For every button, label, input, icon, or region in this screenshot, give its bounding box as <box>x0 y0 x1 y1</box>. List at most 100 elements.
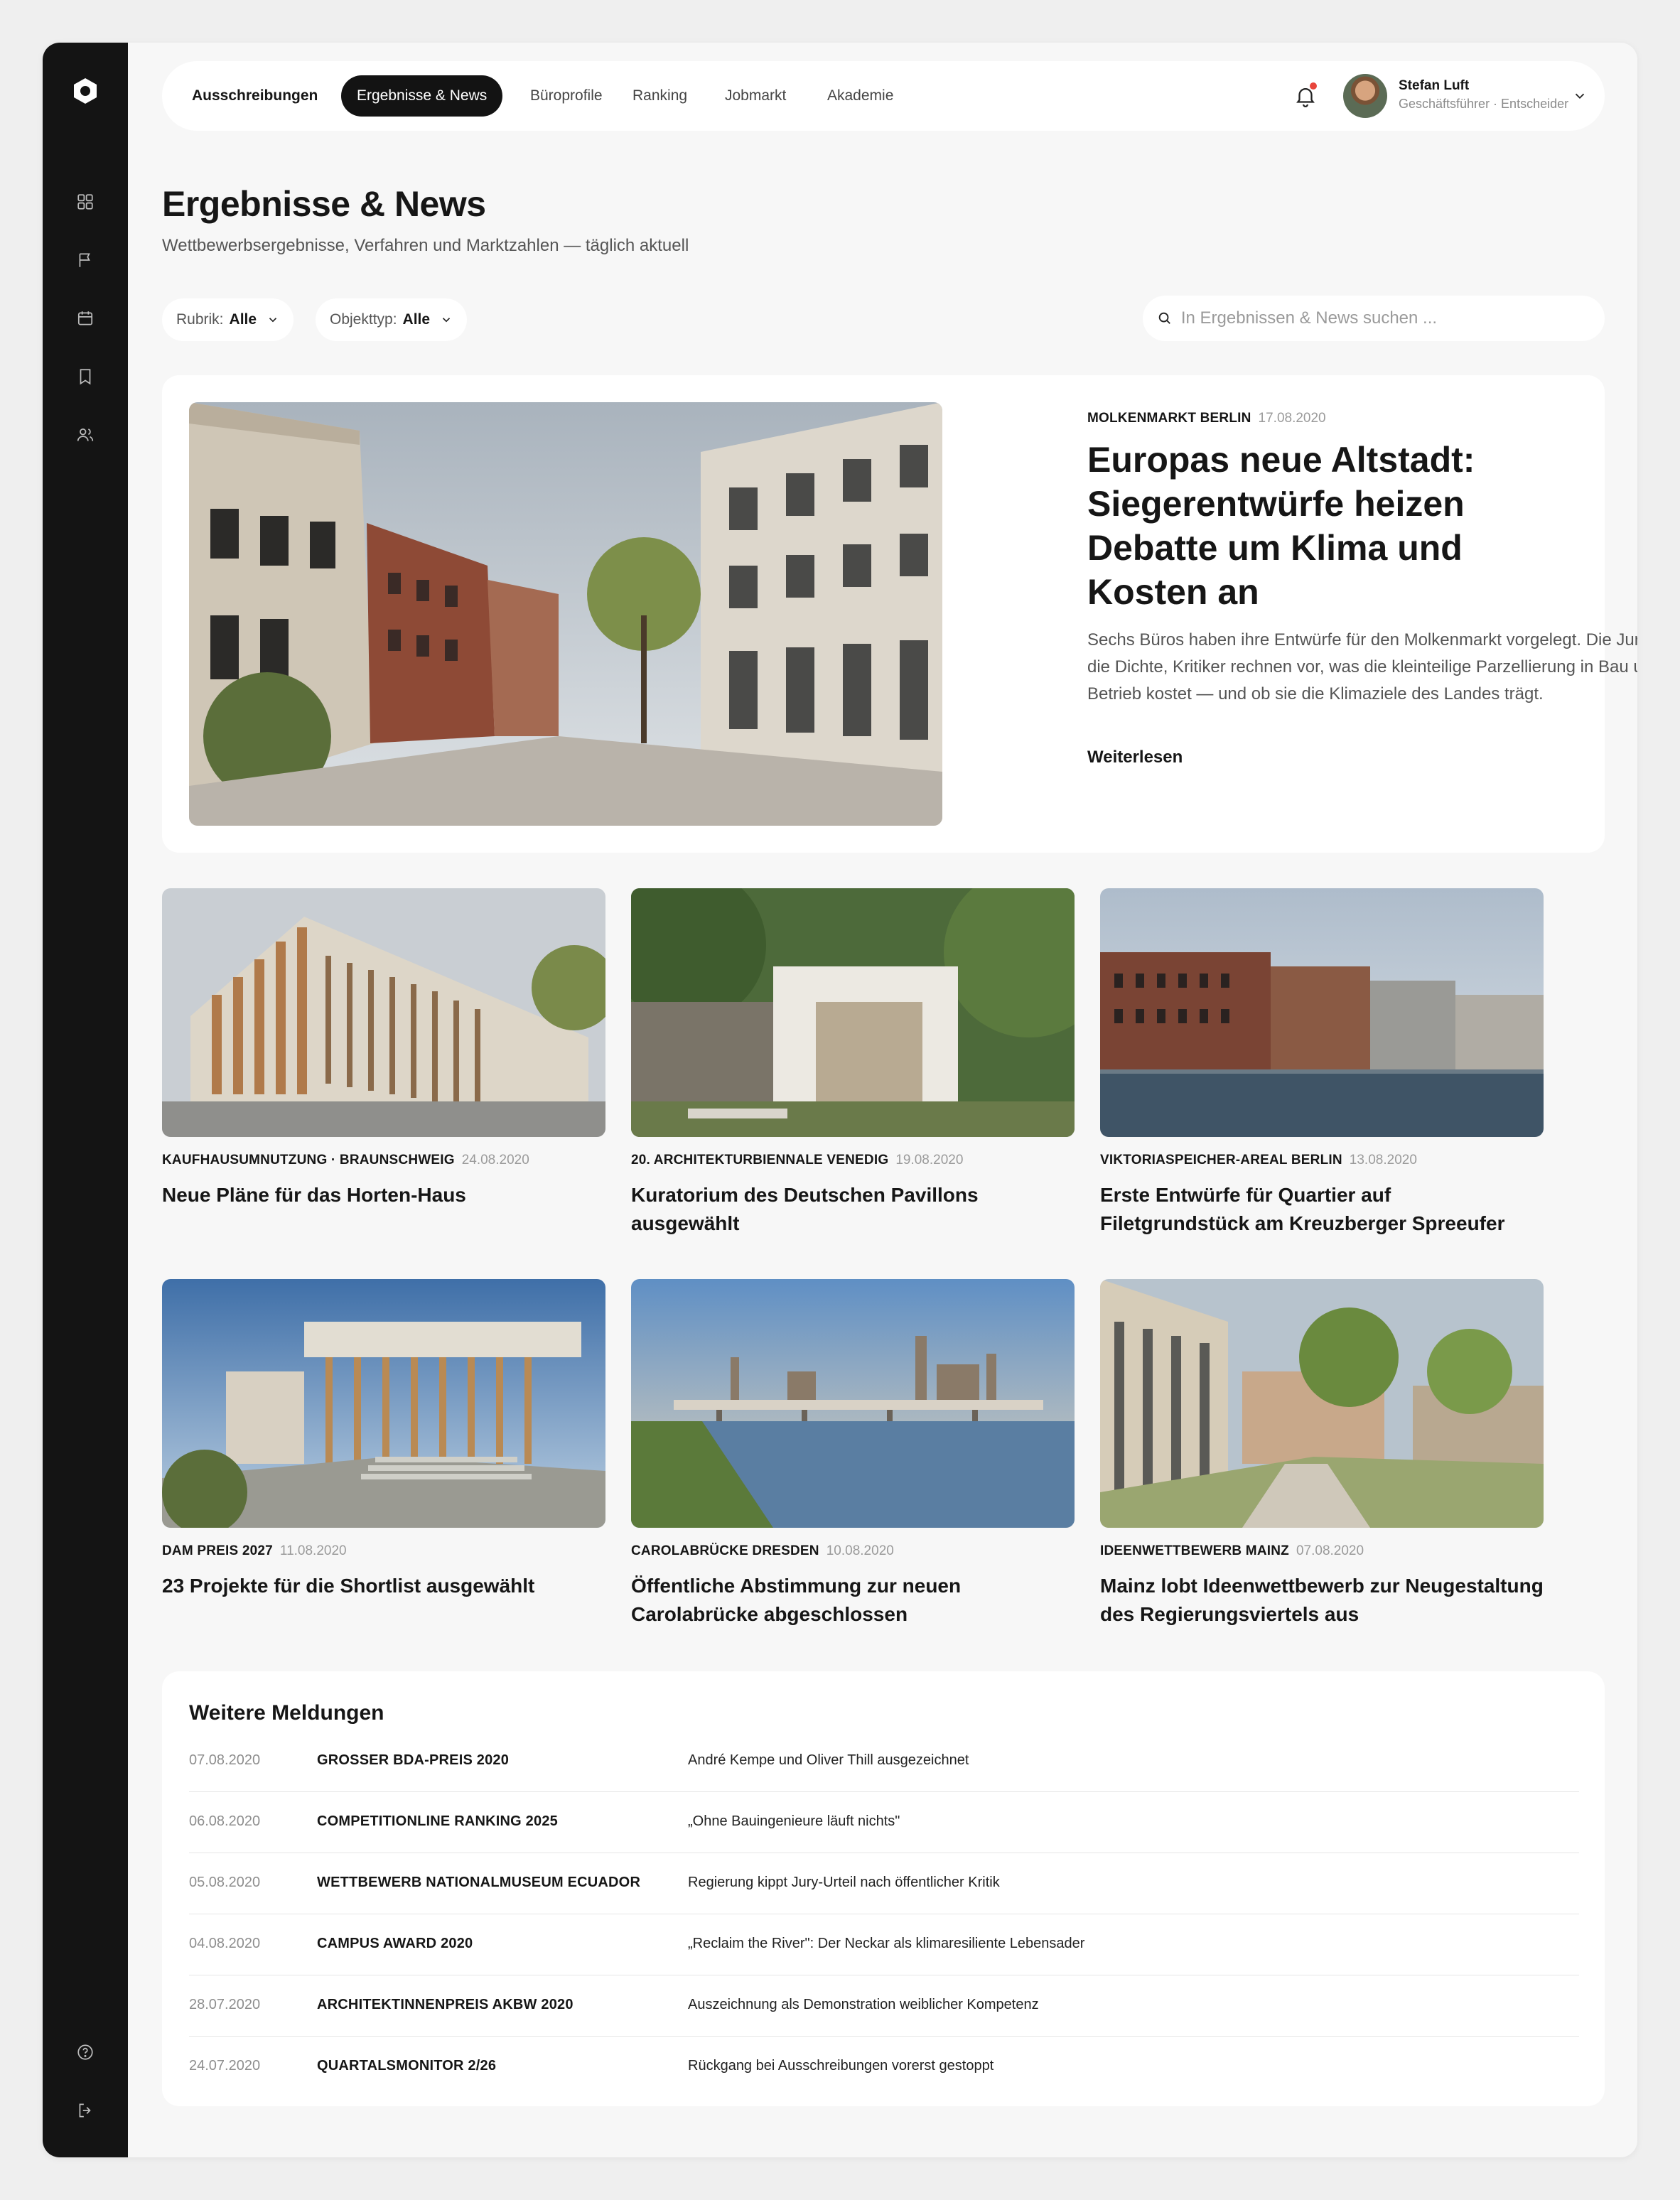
news-card-tag: IDEENWETTBEWERB MAINZ <box>1100 1543 1289 1558</box>
news-card-date: 07.08.2020 <box>1296 1543 1364 1558</box>
chevron-down-icon[interactable] <box>1572 88 1588 104</box>
featured-text: Sechs Büros haben ihre Entwürfe für den … <box>1087 630 1637 703</box>
more-news-title: Weitere Meldungen <box>189 1701 384 1725</box>
news-card-meta: 20. ARCHITEKTURBIENNALE VENEDIG 19.08.202… <box>631 1153 1075 1168</box>
news-row[interactable]: 04.08.2020 CAMPUS AWARD 2020 „Reclaim the … <box>189 1914 1579 1975</box>
news-card-image[interactable] <box>1100 888 1544 1137</box>
news-card-image[interactable] <box>1100 1279 1544 1528</box>
news-row[interactable]: 28.07.2020 ARCHITEKTINNENPREIS AKBW 2020 A… <box>189 1975 1579 2037</box>
news-card-image[interactable] <box>162 1279 605 1528</box>
more-news-panel: Weitere Meldungen 07.08.2020 GROSSER BDA-… <box>162 1671 1605 2106</box>
news-card[interactable]: IDEENWETTBEWERB MAINZ 07.08.2020 Mainz lo… <box>1100 1279 1544 1629</box>
news-row-date: 04.08.2020 <box>189 1936 261 1951</box>
news-card-tag: VIKTORIASPEICHER-AREAL BERLIN <box>1100 1153 1342 1168</box>
news-card-image[interactable] <box>631 1279 1075 1528</box>
news-card-date: 10.08.2020 <box>826 1543 894 1558</box>
featured-image[interactable] <box>189 402 942 826</box>
news-row-tag: COMPETITIONLINE RANKING 2025 <box>317 1813 558 1829</box>
news-card-tag: KAUFHAUSUMNUTZUNG · BRAUNSCHWEIG <box>162 1153 455 1168</box>
news-row-text[interactable]: André Kempe und Oliver Thill ausgezeichn… <box>688 1752 969 1769</box>
news-row-text[interactable]: „Reclaim the River": Der Neckar als klim… <box>688 1936 1084 1952</box>
read-more-link[interactable]: Weiterlesen <box>1087 748 1183 767</box>
filter-rubrik[interactable]: Rubrik: Alle <box>162 298 294 341</box>
nav-item-ausschreibungen[interactable]: Ausschreibungen <box>176 75 333 117</box>
news-row-text[interactable]: Regierung kippt Jury-Urteil nach öffentl… <box>688 1875 1000 1891</box>
news-card-meta: IDEENWETTBEWERB MAINZ 07.08.2020 <box>1100 1543 1544 1559</box>
news-card-meta: VIKTORIASPEICHER-AREAL BERLIN 13.08.2020 <box>1100 1153 1544 1168</box>
news-card[interactable]: DAM PREIS 2027 11.08.2020 23 Projekte für… <box>162 1279 605 1600</box>
notification-dot <box>1310 82 1317 90</box>
news-row-text[interactable]: „Ohne Bauingenieure läuft nichts" <box>688 1813 900 1830</box>
featured-date: 17.08.2020 <box>1258 411 1326 426</box>
news-card-image[interactable] <box>631 888 1075 1137</box>
news-row[interactable]: 05.08.2020 WETTBEWERB NATIONALMUSEUM ECUA… <box>189 1853 1579 1914</box>
news-card-date: 24.08.2020 <box>461 1153 529 1168</box>
news-card[interactable]: KAUFHAUSUMNUTZUNG · BRAUNSCHWEIG 24.08.20… <box>162 888 605 1209</box>
nav-item-ranking[interactable]: Ranking <box>617 75 703 117</box>
news-row-tag: QUARTALSMONITOR 2/26 <box>317 2058 497 2074</box>
news-row[interactable]: 24.07.2020 QUARTALSMONITOR 2/26 Rückgang b… <box>189 2037 1579 2098</box>
nav-item-akademie[interactable]: Akademie <box>812 75 909 117</box>
news-card[interactable]: VIKTORIASPEICHER-AREAL BERLIN 13.08.2020 … <box>1100 888 1544 1238</box>
news-card-tag: CAROLABRÜCKE DRESDEN <box>631 1543 819 1558</box>
news-card-title[interactable]: Mainz lobt Ideenwettbewerb zur Neugestal… <box>1100 1572 1544 1629</box>
avatar[interactable] <box>1343 74 1387 118</box>
news-card-title[interactable]: Öffentliche Abstimmung zur neuen Carolab… <box>631 1572 1075 1629</box>
news-card-date: 13.08.2020 <box>1349 1153 1417 1168</box>
news-card[interactable]: CAROLABRÜCKE DRESDEN 10.08.2020 Öffentlic… <box>631 1279 1075 1629</box>
news-row[interactable]: 07.08.2020 GROSSER BDA-PREIS 2020 André Ke… <box>189 1731 1579 1792</box>
search-input[interactable] <box>1180 308 1590 328</box>
app-window: Ausschreibungen Ergebnisse & News Büropr… <box>43 43 1637 2157</box>
dashboard-icon[interactable] <box>74 190 97 213</box>
news-card-title[interactable]: 23 Projekte für die Shortlist ausgewählt <box>162 1572 605 1600</box>
news-row-text[interactable]: Rückgang bei Ausschreibungen vorerst ges… <box>688 2058 994 2074</box>
bookmark-icon[interactable] <box>74 365 97 388</box>
filter-objekttyp[interactable]: Objekttyp: Alle <box>316 298 468 341</box>
news-card-title[interactable]: Kuratorium des Deutschen Pavillons ausge… <box>631 1181 1075 1238</box>
news-card[interactable]: 20. ARCHITEKTURBIENNALE VENEDIG 19.08.202… <box>631 888 1075 1238</box>
featured-article[interactable]: MOLKENMARKT BERLIN 17.08.2020 Europas neu… <box>162 375 1637 853</box>
news-card-meta: KAUFHAUSUMNUTZUNG · BRAUNSCHWEIG 24.08.20… <box>162 1153 605 1168</box>
news-row-tag: CAMPUS AWARD 2020 <box>317 1936 473 1951</box>
users-icon[interactable] <box>74 424 97 446</box>
chevron-down-icon <box>269 318 277 323</box>
news-card-image[interactable] <box>162 888 605 1137</box>
user-role: Geschäftsführer · Entscheider <box>1399 97 1569 111</box>
news-row-date: 28.07.2020 <box>189 1997 261 2012</box>
featured-title[interactable]: Europas neue Altstadt: Siegerentwürfe he… <box>1087 438 1585 614</box>
news-card-title[interactable]: Erste Entwürfe für Quartier auf Filetgru… <box>1100 1181 1544 1238</box>
filter-rubrik-label: Rubrik: <box>176 311 224 328</box>
search-icon <box>1158 312 1170 324</box>
news-row-tag: WETTBEWERB NATIONALMUSEUM ECUADOR <box>317 1875 641 1890</box>
nav-item-bueroprofile[interactable]: Büroprofile <box>515 75 618 117</box>
news-card-tag: DAM PREIS 2027 <box>162 1543 273 1558</box>
news-row-date: 24.07.2020 <box>189 2058 261 2074</box>
news-card-meta: DAM PREIS 2027 11.08.2020 <box>162 1543 605 1559</box>
news-card-title[interactable]: Neue Pläne für das Horten-Haus <box>162 1181 605 1209</box>
news-card-meta: CAROLABRÜCKE DRESDEN 10.08.2020 <box>631 1543 1075 1559</box>
news-row-date: 07.08.2020 <box>189 1752 261 1768</box>
calendar-icon[interactable] <box>74 307 97 330</box>
filter-objekttyp-label: Objekttyp: <box>330 311 397 328</box>
page-subtitle: Wettbewerbsergebnisse, Verfahren und Mar… <box>162 236 689 255</box>
news-row-text[interactable]: Auszeichnung als Demonstration weibliche… <box>688 1997 1039 2013</box>
nav-item-jobmarkt[interactable]: Jobmarkt <box>709 75 802 117</box>
news-row[interactable]: 06.08.2020 COMPETITIONLINE RANKING 2025 „O… <box>189 1792 1579 1853</box>
news-row-tag: ARCHITEKTINNENPREIS AKBW 2020 <box>317 1997 574 2012</box>
flag-icon[interactable] <box>74 249 97 271</box>
filter-rubrik-value: Alle <box>229 311 257 328</box>
logo-icon[interactable] <box>71 77 99 105</box>
news-card-date: 11.08.2020 <box>279 1543 347 1558</box>
top-navigation: Ausschreibungen Ergebnisse & News Büropr… <box>162 61 1605 131</box>
news-card-tag: 20. ARCHITEKTURBIENNALE VENEDIG <box>631 1153 889 1168</box>
page-title: Ergebnisse & News <box>162 184 486 224</box>
news-row-tag: GROSSER BDA-PREIS 2020 <box>317 1752 510 1768</box>
news-row-date: 05.08.2020 <box>189 1875 261 1890</box>
logout-icon[interactable] <box>74 2099 97 2122</box>
sidebar <box>43 43 128 2157</box>
nav-item-ergebnisse-news[interactable]: Ergebnisse & News <box>341 75 503 117</box>
user-name: Stefan Luft <box>1399 78 1470 93</box>
filter-objekttyp-value: Alle <box>402 311 431 328</box>
search-field[interactable] <box>1143 296 1605 341</box>
help-icon[interactable] <box>74 2041 97 2064</box>
